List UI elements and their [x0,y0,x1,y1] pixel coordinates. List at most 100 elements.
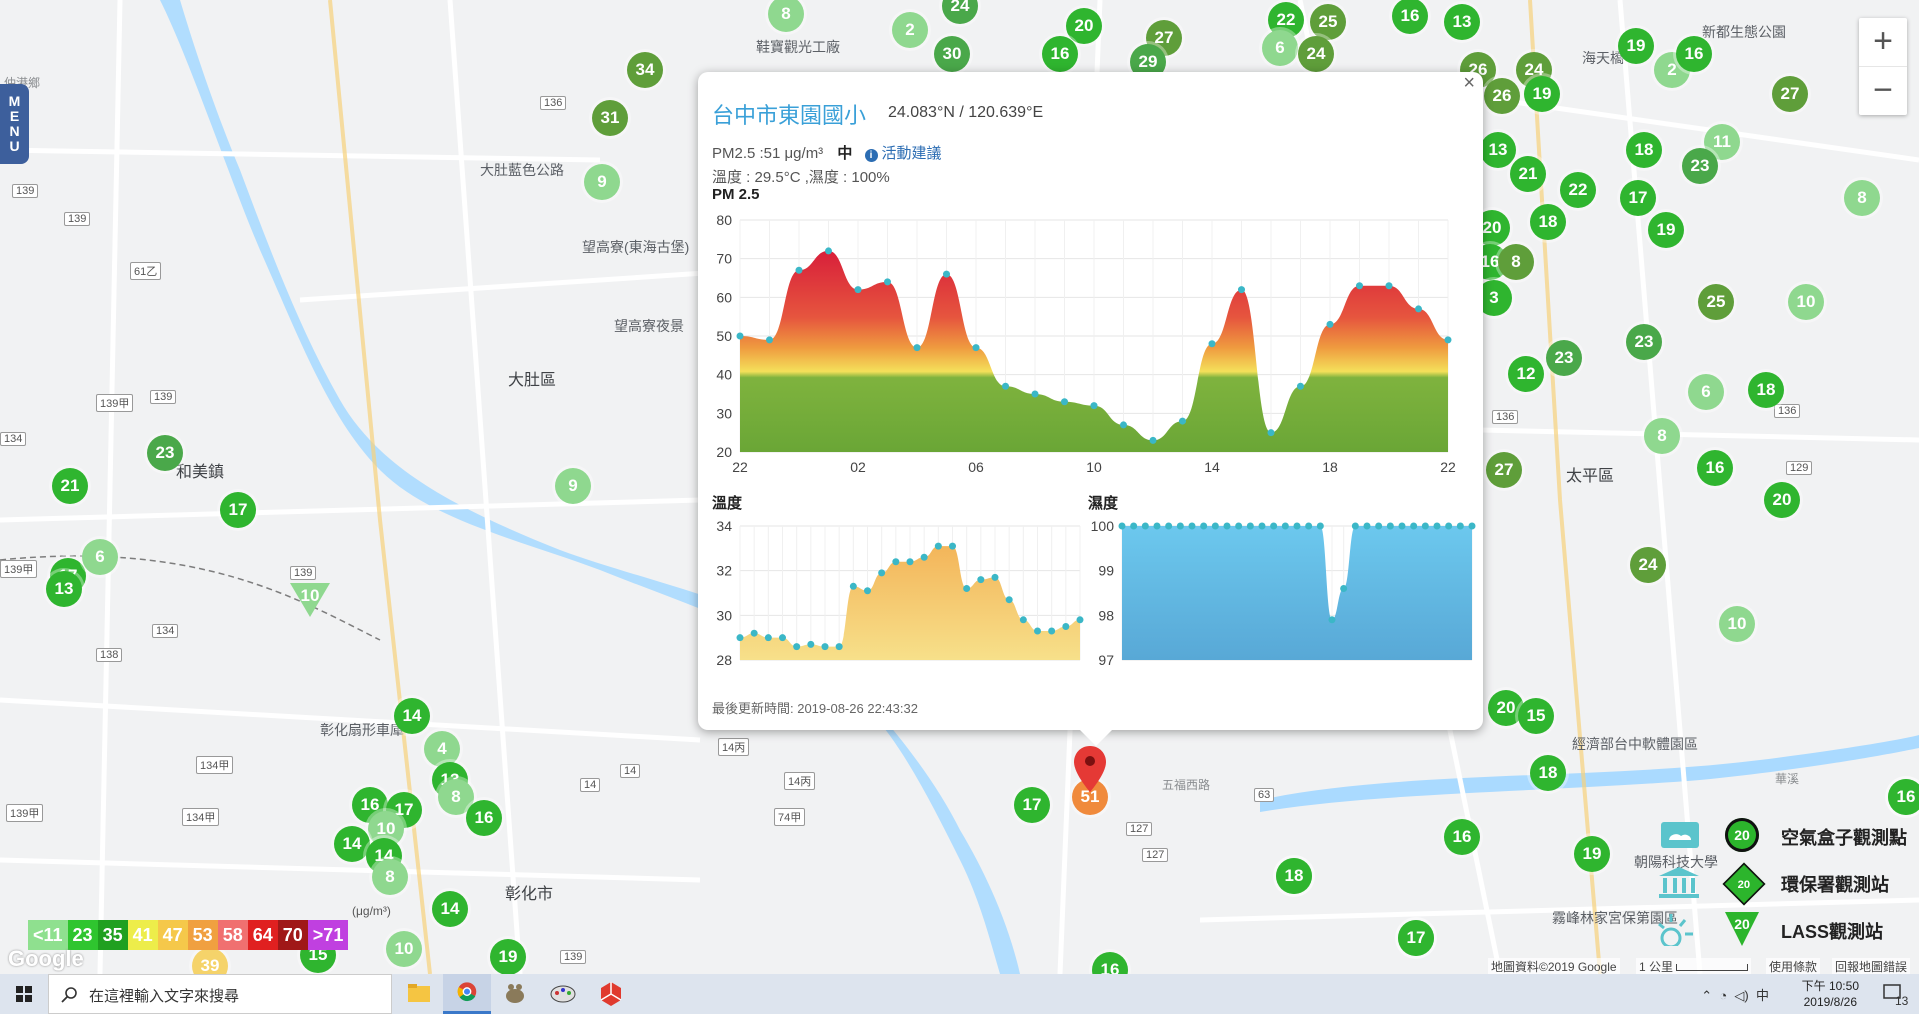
air-quality-marker[interactable]: 19 [1648,212,1684,248]
air-quality-marker[interactable]: 9 [555,468,591,504]
air-quality-marker[interactable]: 20 [1764,482,1800,518]
terms-link[interactable]: 使用條款 [1766,958,1821,975]
air-quality-marker[interactable]: 19 [1524,76,1560,112]
air-quality-marker[interactable]: 30 [934,36,970,72]
location-pin-icon[interactable] [1072,744,1108,794]
route-shield: 63 [1254,788,1275,802]
air-quality-marker[interactable]: 8 [1644,418,1680,454]
air-quality-marker[interactable]: 15 [1518,698,1554,734]
air-quality-marker[interactable]: 27 [1486,452,1522,488]
route-shield: 138 [96,648,123,662]
air-quality-marker[interactable]: 19 [490,939,526,974]
air-quality-marker[interactable]: 6 [1262,30,1298,66]
data-point [1118,522,1126,530]
taskbar-clock[interactable]: 下午 10:50 2019/8/26 [1802,978,1859,1010]
air-quality-marker[interactable]: 19 [1618,28,1654,64]
report-error-link[interactable]: 回報地圖錯誤 [1832,958,1911,975]
air-quality-marker[interactable]: 12 [1508,356,1544,392]
menu-button[interactable]: MENU [0,84,29,164]
close-button[interactable]: × [1463,72,1475,95]
air-quality-marker[interactable]: 23 [1626,324,1662,360]
data-point [1410,522,1418,530]
air-quality-marker[interactable]: 14 [394,698,430,734]
air-quality-marker[interactable]: 4 [424,731,460,767]
air-quality-marker[interactable]: 34 [627,52,663,88]
air-quality-marker[interactable]: 16 [466,800,502,836]
notification-center-button[interactable]: 13 [1881,980,1911,1008]
air-quality-marker[interactable]: 6 [1688,374,1724,410]
air-quality-marker[interactable]: 16 [1888,779,1919,815]
data-point [766,336,773,344]
map-place-label: 和美鎮 [176,464,225,481]
air-quality-marker[interactable]: 13 [1444,4,1480,40]
air-quality-marker[interactable]: 16 [1676,36,1712,72]
air-quality-marker[interactable]: 21 [1510,156,1546,192]
air-quality-marker[interactable]: 10 [1788,284,1824,320]
app-icon-gimp[interactable] [491,974,539,1014]
station-title[interactable]: 台中市東園國小 [712,98,866,130]
air-quality-marker[interactable]: 31 [592,100,628,136]
air-quality-marker[interactable]: 16 [1697,450,1733,486]
taskbar-search-box[interactable]: 在這裡輸入文字來搜尋 [48,974,392,1014]
air-quality-marker[interactable]: 20 [1066,8,1102,44]
air-quality-marker[interactable]: 27 [1772,76,1808,112]
windows-start-icon[interactable] [0,974,48,1014]
air-quality-marker[interactable]: 17 [1398,920,1434,956]
file-explorer-icon[interactable] [395,974,443,1014]
air-quality-marker[interactable]: 10 [386,931,422,967]
air-quality-marker[interactable]: 8 [372,859,408,895]
air-quality-marker[interactable]: 16 [1444,819,1480,855]
air-quality-marker[interactable]: 18 [1626,132,1662,168]
zoom-out-button[interactable]: − [1859,66,1907,115]
air-quality-marker[interactable]: 2 [892,12,928,48]
activity-advice-link[interactable]: i 活動建議 [864,145,942,162]
air-quality-marker[interactable]: 17 [220,492,256,528]
air-quality-marker[interactable]: 23 [1546,340,1582,376]
air-quality-marker[interactable]: 18 [1530,204,1566,240]
air-quality-marker[interactable]: 18 [1530,755,1566,791]
map-data-attribution: 地圖資料©2019 Google [1488,958,1620,975]
volume-icon[interactable]: ◁) [1734,988,1748,1003]
air-quality-marker[interactable]: 13 [1480,132,1516,168]
air-quality-marker[interactable]: 18 [1276,858,1312,894]
air-quality-marker[interactable]: 19 [1574,836,1610,872]
air-quality-marker[interactable]: 21 [52,468,88,504]
air-quality-marker[interactable]: 10 [1719,606,1755,642]
zoom-in-button[interactable]: + [1859,18,1907,66]
route-shield: 134 [152,624,179,638]
data-point [736,332,744,340]
air-quality-marker[interactable]: 16 [1042,36,1078,72]
tray-chevron-icon[interactable]: ⌃ [1701,988,1712,1003]
air-quality-marker[interactable]: 24 [1298,36,1334,72]
y-tick-label: 99 [1098,563,1114,579]
air-quality-marker[interactable]: 8 [1498,244,1534,280]
air-quality-marker[interactable]: 9 [584,164,620,200]
data-point [1090,402,1098,410]
air-quality-marker[interactable]: 13 [46,571,82,607]
air-quality-marker[interactable]: 8 [1844,180,1880,216]
air-quality-marker[interactable]: 25 [1698,284,1734,320]
air-quality-marker[interactable]: 17 [1014,787,1050,823]
app-icon-drawing[interactable] [539,974,587,1014]
air-quality-marker[interactable]: 6 [82,539,118,575]
air-quality-marker[interactable]: 17 [1620,180,1656,216]
data-point [1363,522,1371,530]
app-icon-sketchup[interactable] [587,974,635,1014]
air-quality-marker[interactable]: 25 [1310,4,1346,40]
chrome-icon[interactable] [443,974,491,1014]
air-quality-marker[interactable]: 14 [334,826,370,862]
air-quality-marker[interactable]: 14 [432,891,468,927]
station-coordinates: 24.083°N / 120.639°E [888,104,1044,121]
air-quality-marker[interactable]: 23 [147,435,183,471]
epa-marker-value: 20 [1737,877,1751,891]
route-shield: 139 [150,390,177,404]
air-quality-marker[interactable]: 18 [1748,372,1784,408]
pm-chart-title: PM 2.5 [712,186,760,203]
air-quality-marker[interactable]: 23 [1682,148,1718,184]
air-quality-marker[interactable]: 26 [1484,78,1520,114]
air-quality-marker[interactable]: 24 [1630,547,1666,583]
network-icon[interactable]: ◔ [1719,988,1727,1003]
y-tick-label: 80 [716,212,732,228]
ime-indicator[interactable]: 中 [1756,988,1769,1003]
air-quality-marker[interactable]: 22 [1560,172,1596,208]
